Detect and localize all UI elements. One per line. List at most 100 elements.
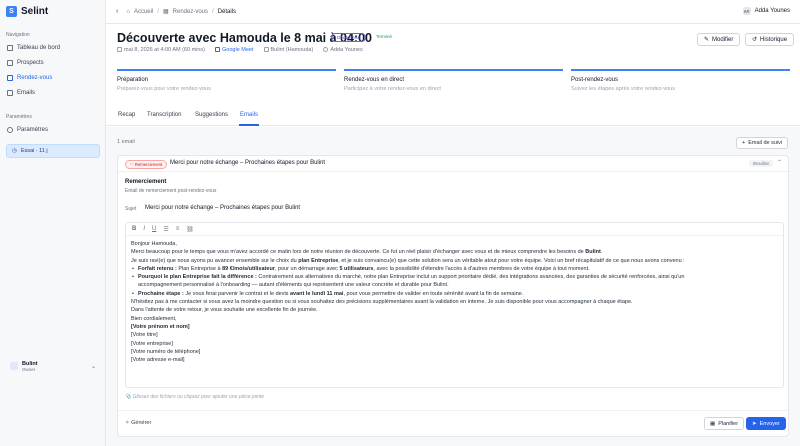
list-item: Prochaine étape : Je vous ferai parvenir… xyxy=(131,290,778,299)
pencil-icon: ✎ xyxy=(704,37,710,43)
bold-icon[interactable]: B xyxy=(132,226,136,232)
body-paragraph: Merci beaucoup pour le temps que vous m'… xyxy=(131,249,603,256)
sidebar: S Selint Navigation Tableau de bord Pros… xyxy=(0,0,106,446)
paperclip-icon: 📎 xyxy=(125,394,132,400)
breadcrumb-current: Détails xyxy=(217,8,237,15)
sparkle-icon: ✧ xyxy=(125,420,130,426)
video-icon xyxy=(215,47,221,53)
signature-line: [Votre adresse e-mail] xyxy=(131,357,185,364)
breadcrumb-separator: / xyxy=(212,8,214,15)
body-paragraph: Bien cordialement, xyxy=(131,315,177,322)
meta-company: Bulint (Hamouda) xyxy=(263,47,313,53)
link-icon[interactable]: ⛓ xyxy=(186,226,194,233)
brand[interactable]: S Selint xyxy=(6,6,48,17)
email-card: ♡ Remerciement Merci pour notre échange … xyxy=(117,155,789,437)
edit-button[interactable]: ✎ Modifier xyxy=(697,33,741,46)
email-card-footer: ✧ Générer ▦ Planifier ➤ Envoyer xyxy=(118,410,788,436)
tab-emails[interactable]: Emails xyxy=(240,112,258,118)
sidebar-item-label: Prospects xyxy=(17,60,44,66)
tab-bar: Recap Transcription Suggestions Emails xyxy=(106,108,800,126)
template-description: Email de remerciement post-rendez-vous xyxy=(125,188,217,194)
subject-label: Sujet xyxy=(125,206,137,212)
send-button[interactable]: ➤ Envoyer xyxy=(746,417,786,430)
sidebar-item-prospects[interactable]: Prospects xyxy=(6,57,100,69)
selint-logo-icon: S xyxy=(6,6,17,17)
body-paragraph: Je suis ravi(e) que nous ayons pu avance… xyxy=(131,257,685,264)
sidebar-item-label: Rendez-vous xyxy=(17,75,53,81)
editor-toolbar: B I U ☰ ≡ ⛓ xyxy=(126,223,783,236)
sidebar-item-rendez-vous[interactable]: Rendez-vous xyxy=(6,72,100,84)
email-body-editor[interactable]: B I U ☰ ≡ ⛓ Bonjour Hamouda, Merci beauc… xyxy=(125,222,784,388)
sidebar-item-label: Emails xyxy=(17,90,36,96)
history-icon: ↺ xyxy=(752,37,758,43)
body-bullet-list: Forfait retenu : Plan Entreprise à 89 €/… xyxy=(131,265,778,298)
email-body[interactable]: Bonjour Hamouda, Merci beaucoup pour le … xyxy=(126,236,783,368)
breadcrumb-rendez-vous[interactable]: Rendez-vous xyxy=(173,9,208,15)
numbered-list-icon[interactable]: ≡ xyxy=(176,226,180,232)
attachment-dropzone[interactable]: 📎 Glissez des fichiers ou cliquez pour a… xyxy=(125,394,264,400)
nav-section-label: Navigation xyxy=(6,32,30,38)
users-icon xyxy=(7,60,13,66)
tab-suggestions[interactable]: Suggestions xyxy=(195,112,228,118)
list-item: Forfait retenu : Plan Entreprise à 89 €/… xyxy=(131,265,778,274)
back-chevron-icon[interactable]: ‹ xyxy=(116,8,118,15)
chevron-up-icon[interactable]: ⌃ xyxy=(777,159,782,166)
org-plan: Owner xyxy=(22,366,36,372)
meeting-meta: mai 8, 2026 at 4:00 AM (60 mins) Google … xyxy=(117,47,363,53)
mail-icon xyxy=(7,90,13,96)
active-tab-indicator xyxy=(239,124,259,126)
home-icon: ⌂ xyxy=(126,8,130,15)
subject-input[interactable]: Merci pour notre échange – Prochaines ét… xyxy=(145,205,300,211)
sidebar-item-parametres[interactable]: Paramètres xyxy=(6,124,100,136)
phase-post[interactable]: Post-rendez-vous Suivez les étapes après… xyxy=(571,69,790,92)
sidebar-item-dashboard[interactable]: Tableau de bord xyxy=(6,42,100,54)
breadcrumb: ⌂ Accueil / ▦ Rendez-vous / Détails xyxy=(126,8,237,16)
body-greeting: Bonjour Hamouda, xyxy=(131,241,177,247)
meeting-type-badge: Découverte xyxy=(331,33,367,42)
italic-icon[interactable]: I xyxy=(143,226,145,232)
phase-preparation[interactable]: Préparation Préparez-vous pour votre ren… xyxy=(117,69,336,92)
calendar-icon xyxy=(117,47,122,53)
chevron-down-icon: ⌄ xyxy=(90,364,96,370)
signature-line: [Votre numéro de téléphone] xyxy=(131,348,201,355)
avatar: AY xyxy=(742,7,751,15)
status-badge: Terminé xyxy=(376,34,393,39)
schedule-button[interactable]: ▦ Planifier xyxy=(704,417,745,430)
calendar-icon: ▦ xyxy=(710,420,716,427)
add-followup-email-button[interactable]: + Email de suivi xyxy=(736,137,789,149)
breadcrumb-separator: / xyxy=(157,8,159,15)
sidebar-item-emails[interactable]: Emails xyxy=(6,87,100,99)
generate-button[interactable]: ✧ Générer xyxy=(125,420,151,426)
email-card-header[interactable]: ♡ Remerciement Merci pour notre échange … xyxy=(118,156,788,172)
template-name: Remerciement xyxy=(125,179,167,185)
history-button[interactable]: ↺ Historique xyxy=(745,33,795,46)
body-paragraph: N'hésitez pas à me contacter si vous ave… xyxy=(131,299,633,306)
breadcrumb-accueil[interactable]: Accueil xyxy=(134,9,153,15)
user-menu[interactable]: AY Adda Younes xyxy=(742,7,790,15)
building-icon xyxy=(263,47,269,53)
calendar-icon xyxy=(7,75,13,81)
calendar-icon: ▦ xyxy=(162,9,169,15)
email-count: 1 email xyxy=(117,139,135,145)
phase-live[interactable]: Rendez-vous en direct Participez à votre… xyxy=(344,69,563,92)
org-name: Bulint xyxy=(22,360,38,367)
signature-line: [Votre entreprise] xyxy=(131,340,173,347)
send-icon: ➤ xyxy=(752,420,757,427)
trial-label: Essai · 11 j xyxy=(20,148,48,154)
grid-icon xyxy=(7,45,13,51)
email-card-subject: Merci pour notre échange – Prochaines ét… xyxy=(170,160,326,166)
tab-transcription[interactable]: Transcription xyxy=(147,112,181,118)
sidebar-item-label: Paramètres xyxy=(17,127,49,133)
signature-line: [Votre titre] xyxy=(131,332,158,339)
trial-badge[interactable]: ◷ Essai · 11 j xyxy=(6,144,100,158)
sidebar-item-label: Tableau de bord xyxy=(17,45,61,51)
building-icon xyxy=(10,362,18,370)
meta-location-link[interactable]: Google Meet xyxy=(215,47,254,53)
org-switcher[interactable]: Bulint Owner ⌄ xyxy=(6,357,100,375)
tab-recap[interactable]: Recap xyxy=(118,112,135,118)
plus-icon: + xyxy=(742,140,746,146)
meta-datetime: mai 8, 2026 at 4:00 AM (60 mins) xyxy=(117,47,205,53)
user-name: Adda Younes xyxy=(754,8,790,14)
bullet-list-icon[interactable]: ☰ xyxy=(163,226,168,233)
underline-icon[interactable]: U xyxy=(152,226,156,232)
